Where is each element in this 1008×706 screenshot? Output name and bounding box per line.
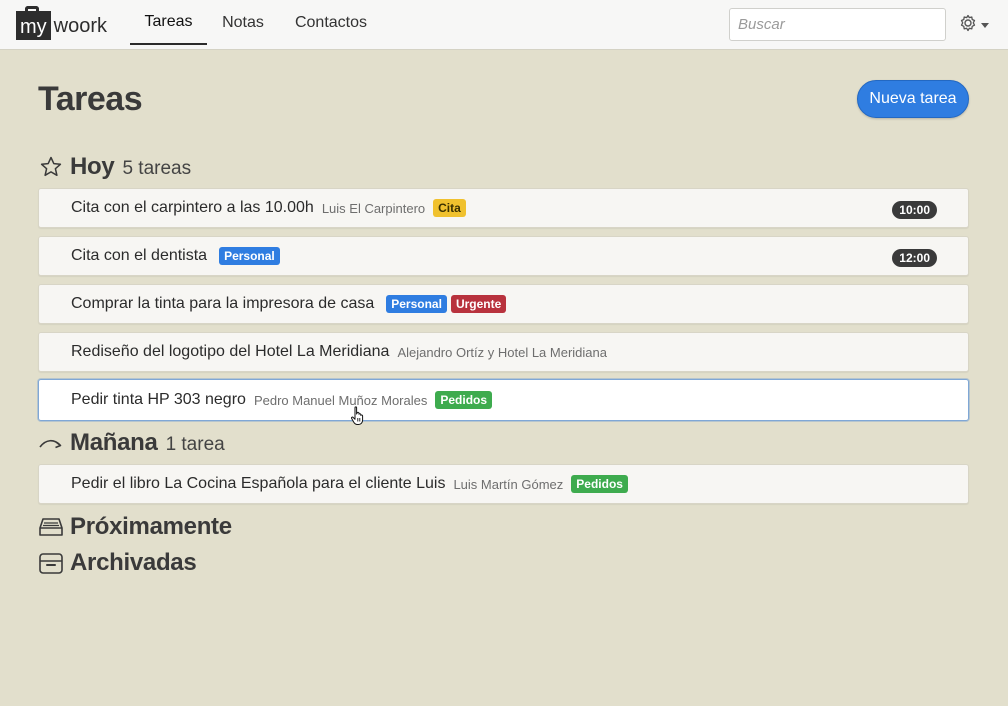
tag-pedidos[interactable]: Pedidos [571,475,628,493]
task-title: Comprar la tinta para la impresora de ca… [71,295,375,312]
tab-tareas[interactable]: Tareas [130,0,207,45]
time-badge: 10:00 [892,201,937,219]
tag-urgente[interactable]: Urgente [450,295,507,313]
task-title: Cita con el dentista [71,247,208,264]
task-contact[interactable]: Luis Martín Gómez [453,477,563,492]
task-row[interactable]: Rediseño del logotipo del Hotel La Merid… [38,332,969,372]
task-row[interactable]: Comprar la tinta para la impresora de ca… [38,284,969,324]
task-row-selected[interactable]: Pedir tinta HP 303 negro Pedro Manuel Mu… [38,379,969,421]
tab-notas[interactable]: Notas [214,0,272,45]
section-hoy-header[interactable]: Hoy 5 tareas [38,152,191,182]
tab-notas-label: Notas [222,13,264,31]
task-contact[interactable]: Pedro Manuel Muñoz Morales [254,393,427,408]
app-logo[interactable]: my woork [16,6,108,40]
tag-pedidos[interactable]: Pedidos [435,391,493,409]
page-title: Tareas [38,80,143,118]
section-archivadas-title: Archivadas [70,549,197,576]
logo-text: woork [53,15,108,37]
task-row[interactable]: Pedir el libro La Cocina Española para e… [38,464,969,504]
top-navbar: my woork Tareas Notas Contactos [0,0,1008,50]
star-icon [38,154,64,180]
task-title: Cita con el carpintero a las 10.00h [71,199,314,216]
section-hoy-count: 5 tareas [122,158,192,179]
briefcase-handle-icon [25,6,39,13]
section-archivadas-header[interactable]: Archivadas [38,548,197,578]
gear-icon [958,13,978,38]
section-hoy-title: Hoy [70,153,115,180]
settings-menu-button[interactable] [958,13,994,37]
inbox-tray-icon [38,514,64,540]
task-title: Rediseño del logotipo del Hotel La Merid… [71,343,390,360]
search-input[interactable] [729,8,946,41]
task-row[interactable]: Cita con el dentista Personal 12:00 [38,236,969,276]
task-row[interactable]: Cita con el carpintero a las 10.00h Luis… [38,188,969,228]
tab-tareas-label: Tareas [144,12,193,30]
tag-cita[interactable]: Cita [433,199,466,217]
time-badge: 12:00 [892,249,937,267]
tag-personal[interactable]: Personal [219,247,280,265]
section-manana-header[interactable]: Mañana 1 tarea [38,428,225,458]
tab-contactos[interactable]: Contactos [286,0,376,45]
logo-box-text: my [20,16,47,38]
section-proximamente-title: Próximamente [70,513,232,540]
task-contact[interactable]: Luis El Carpintero [322,201,425,216]
chevron-down-icon [981,22,989,28]
tab-contactos-label: Contactos [294,13,368,31]
hand-pointer-cursor-icon [350,406,366,431]
section-manana-title: Mañana [70,429,158,456]
task-title: Pedir el libro La Cocina Española para e… [71,475,446,492]
tag-personal[interactable]: Personal [386,295,447,313]
archive-box-icon [38,550,64,576]
task-contact[interactable]: Alejandro Ortíz y Hotel La Meridiana [397,345,607,360]
section-manana-count: 1 tarea [165,434,225,455]
section-proximamente-header[interactable]: Próximamente [38,512,232,542]
new-task-button[interactable]: Nueva tarea [857,80,969,118]
forward-arrow-icon [38,430,64,456]
logo-box: my [16,6,51,40]
task-title: Pedir tinta HP 303 negro [71,391,246,408]
